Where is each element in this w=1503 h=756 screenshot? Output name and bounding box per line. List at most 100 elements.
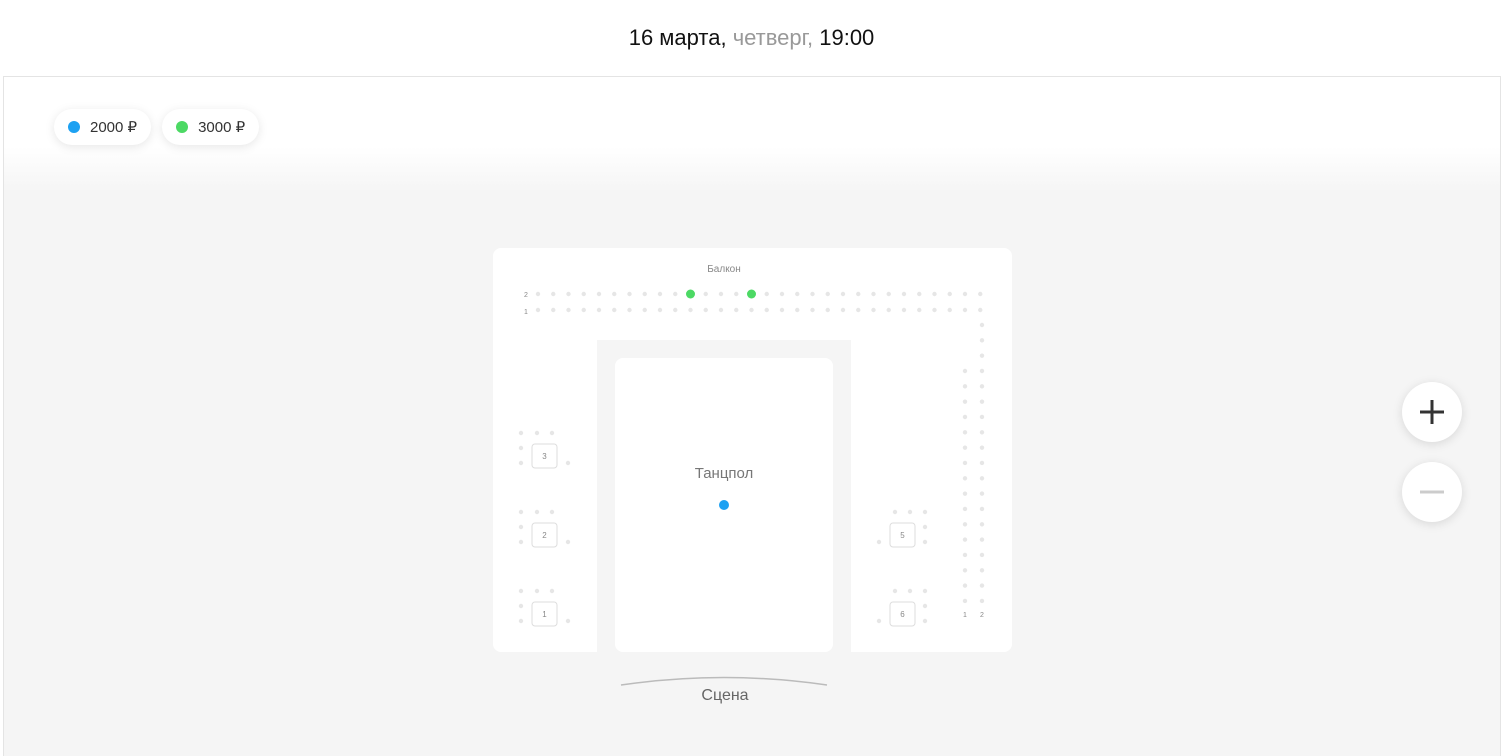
- table-seat: [549, 509, 555, 515]
- table-seat: [518, 603, 524, 609]
- seat-unavailable: [673, 291, 678, 297]
- table-seat: [518, 430, 524, 436]
- seat-unavailable: [535, 307, 541, 313]
- table-5[interactable]: 5: [889, 522, 916, 548]
- table-seat: [518, 509, 524, 515]
- seat-unavailable: [962, 414, 968, 420]
- seat-unavailable: [825, 291, 830, 297]
- seat-unavailable: [962, 568, 968, 573]
- dancefloor-seat[interactable]: [719, 500, 729, 510]
- seat-unavailable: [962, 522, 968, 527]
- seat-unavailable: [979, 399, 985, 404]
- seat-unavailable: [703, 291, 708, 297]
- plus-icon: [1420, 400, 1444, 424]
- dancefloor-label: Танцпол: [695, 465, 754, 482]
- seat-unavailable: [901, 307, 907, 313]
- table-seat: [922, 539, 928, 545]
- table-seat: [549, 588, 555, 594]
- seat-unavailable: [612, 307, 617, 313]
- table-6[interactable]: 6: [889, 601, 916, 627]
- table-seat: [892, 588, 898, 594]
- hall-scheme: Балкон Танцпол Сцена 2 1 1 2 3 2 1 5 6: [493, 248, 1012, 704]
- seat-unavailable: [551, 307, 556, 313]
- table-seat: [922, 509, 928, 515]
- seat-unavailable: [979, 568, 985, 573]
- seat-unavailable: [962, 445, 968, 450]
- table-seat: [518, 618, 524, 624]
- table-seat: [518, 445, 524, 451]
- seat-unavailable: [979, 598, 985, 604]
- seat-unavailable: [932, 307, 937, 313]
- row-label: 2: [524, 292, 528, 299]
- seat-unavailable: [917, 307, 922, 313]
- table-seat: [518, 539, 524, 545]
- seat-unavailable: [795, 307, 800, 313]
- table-number: 5: [900, 531, 905, 540]
- seat-unavailable: [825, 307, 830, 313]
- seat-unavailable: [642, 291, 647, 297]
- seat-unavailable: [703, 307, 708, 313]
- seat-unavailable: [581, 307, 586, 313]
- seat-unavailable: [596, 307, 602, 313]
- table-number: 1: [542, 610, 547, 619]
- seat-unavailable: [901, 291, 907, 297]
- seat-unavailable: [718, 291, 724, 297]
- seat-unavailable: [810, 307, 815, 313]
- seat-unavailable: [627, 307, 632, 313]
- seat-unavailable: [962, 430, 968, 435]
- zoom-in-button[interactable]: [1402, 382, 1462, 442]
- seat-unavailable: [551, 291, 556, 297]
- seat-unavailable: [764, 307, 769, 313]
- seat-unavailable: [962, 537, 968, 542]
- seat-unavailable: [566, 307, 571, 313]
- seat-unavailable: [749, 307, 754, 313]
- seat-available[interactable]: [686, 289, 695, 299]
- seat-unavailable: [962, 307, 968, 313]
- seat-unavailable: [962, 491, 968, 496]
- seat-unavailable: [962, 368, 968, 374]
- seat-unavailable: [856, 307, 861, 313]
- seat-unavailable: [947, 291, 952, 297]
- seat-available[interactable]: [747, 289, 756, 299]
- seat-unavailable: [979, 522, 985, 527]
- seat-unavailable: [657, 307, 663, 313]
- seat-unavailable: [979, 430, 985, 435]
- row-label: 1: [524, 309, 528, 316]
- table-seat: [876, 618, 882, 624]
- table-seat: [907, 588, 913, 594]
- seat-unavailable: [840, 307, 846, 313]
- seat-unavailable: [810, 291, 815, 297]
- table-number: 3: [542, 452, 547, 461]
- table-1[interactable]: 1: [531, 601, 558, 627]
- table-seat: [534, 430, 540, 436]
- seat-unavailable: [718, 307, 724, 313]
- seat-unavailable: [962, 476, 968, 481]
- seat-unavailable: [979, 384, 985, 389]
- table-seat: [892, 509, 898, 515]
- table-seat: [907, 509, 913, 515]
- seat-unavailable: [979, 552, 985, 558]
- seat-unavailable: [962, 583, 968, 588]
- seat-unavailable: [871, 291, 876, 297]
- minus-icon: [1420, 490, 1444, 494]
- seat-unavailable: [917, 291, 922, 297]
- seat-unavailable: [779, 291, 785, 297]
- table-seat: [922, 618, 928, 624]
- seat-unavailable: [734, 307, 739, 313]
- seat-unavailable: [979, 338, 985, 343]
- table-seat: [922, 603, 928, 609]
- table-seat: [549, 430, 555, 436]
- stage-label: Сцена: [701, 687, 748, 704]
- zoom-out-button[interactable]: [1402, 462, 1462, 522]
- seat-unavailable: [871, 307, 876, 313]
- seat-unavailable: [979, 460, 985, 466]
- seat-unavailable: [962, 291, 968, 297]
- table-seat: [876, 539, 882, 545]
- seat-unavailable: [779, 307, 785, 313]
- seat-unavailable: [979, 322, 985, 328]
- table-number: 2: [542, 531, 547, 540]
- table-2[interactable]: 2: [531, 522, 558, 548]
- seat-unavailable: [962, 460, 968, 466]
- table-3[interactable]: 3: [531, 443, 558, 469]
- table-seat: [518, 460, 524, 466]
